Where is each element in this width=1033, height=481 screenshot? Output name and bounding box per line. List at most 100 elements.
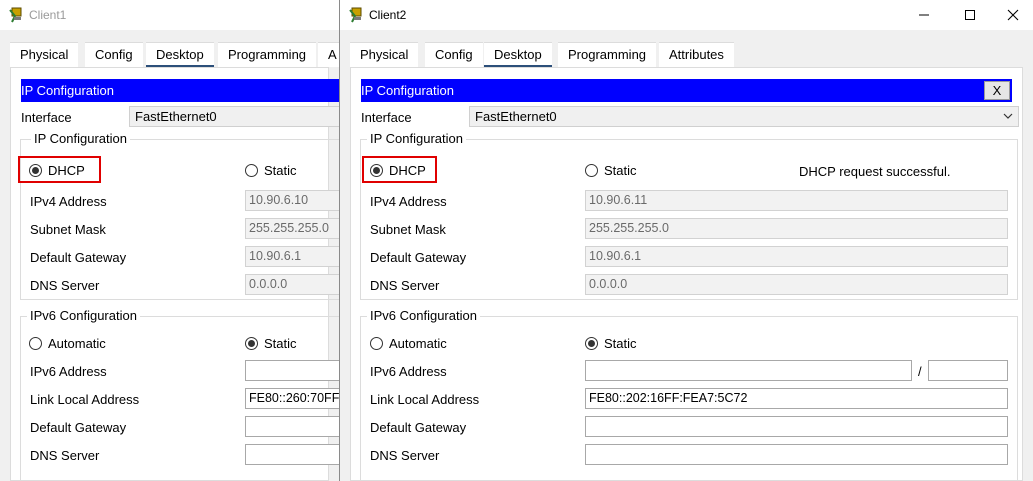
ipv4-address-label: IPv4 Address bbox=[30, 194, 107, 209]
static-ipv6-label: Static bbox=[604, 336, 637, 351]
ip-config-header: IP Configuration X bbox=[361, 79, 1012, 102]
link-local-address-field[interactable]: FE80::202:16FF:FEA7:5C72 bbox=[585, 388, 1008, 409]
title-bar: Client1 bbox=[0, 0, 339, 30]
ipv6-default-gateway-field[interactable] bbox=[245, 416, 339, 437]
tab-physical[interactable]: Physical bbox=[350, 42, 419, 67]
client1-window: Client1 Physical Config Desktop Programm… bbox=[0, 0, 340, 481]
tab-programming[interactable]: Programming bbox=[218, 42, 317, 67]
ipv6-dns-server-label: DNS Server bbox=[30, 448, 100, 463]
ip-config-header: IP Configuration bbox=[21, 79, 339, 102]
automatic-radio[interactable]: Automatic bbox=[370, 336, 447, 351]
client2-window: Client2 Physical Config Desktop Programm… bbox=[340, 0, 1033, 481]
link-local-address-field[interactable]: FE80::260:70FF bbox=[245, 388, 339, 409]
subnet-mask-label: Subnet Mask bbox=[30, 222, 106, 237]
radio-selected-icon bbox=[245, 337, 258, 350]
static-radio[interactable]: Static bbox=[585, 163, 637, 178]
default-gateway-label: Default Gateway bbox=[370, 250, 467, 265]
automatic-label: Automatic bbox=[48, 336, 106, 351]
tab-attributes[interactable]: A bbox=[318, 42, 339, 67]
ip-config-title: IP Configuration bbox=[361, 83, 454, 98]
ipv6-group-label: IPv6 Configuration bbox=[27, 308, 140, 323]
ipv6-dns-server-label: DNS Server bbox=[370, 448, 440, 463]
default-gateway-label: Default Gateway bbox=[30, 250, 127, 265]
dhcp-status-text: DHCP request successful. bbox=[799, 164, 951, 179]
dhcp-label: DHCP bbox=[389, 163, 426, 178]
static-label: Static bbox=[264, 163, 297, 178]
ipv6-default-gateway-label: Default Gateway bbox=[370, 420, 467, 435]
tab-physical[interactable]: Physical bbox=[10, 42, 79, 67]
close-ip-config-button[interactable]: X bbox=[984, 81, 1010, 100]
tab-attributes[interactable]: Attributes bbox=[659, 42, 734, 67]
tab-bar: Physical Config Desktop Programming A bbox=[10, 42, 339, 67]
automatic-label: Automatic bbox=[389, 336, 447, 351]
desktop-panel: IP Configuration Interface FastEthernet0… bbox=[10, 67, 339, 481]
static-radio[interactable]: Static bbox=[245, 163, 297, 178]
tab-config[interactable]: Config bbox=[85, 42, 143, 67]
radio-unselected-icon bbox=[585, 164, 598, 177]
radio-selected-icon bbox=[29, 164, 42, 177]
radio-unselected-icon bbox=[29, 337, 42, 350]
radio-selected-icon bbox=[585, 337, 598, 350]
interface-select[interactable]: FastEthernet0 bbox=[129, 106, 339, 127]
prefix-separator: / bbox=[918, 364, 922, 379]
tab-desktop[interactable]: Desktop bbox=[146, 42, 214, 67]
dns-server-label: DNS Server bbox=[370, 278, 440, 293]
minimize-icon bbox=[919, 14, 929, 16]
close-button[interactable] bbox=[993, 0, 1033, 30]
maximize-icon bbox=[965, 10, 975, 20]
radio-unselected-icon bbox=[370, 337, 383, 350]
ipv4-group-label: IP Configuration bbox=[31, 131, 130, 146]
ipv6-group-label: IPv6 Configuration bbox=[367, 308, 480, 323]
ipv6-address-label: IPv6 Address bbox=[370, 364, 447, 379]
ipv6-default-gateway-field[interactable] bbox=[585, 416, 1008, 437]
ipv4-address-field[interactable]: 10.90.6.10 bbox=[245, 190, 339, 211]
ipv6-address-label: IPv6 Address bbox=[30, 364, 107, 379]
desktop-panel: IP Configuration X Interface FastEtherne… bbox=[350, 67, 1023, 481]
minimize-button[interactable] bbox=[901, 0, 947, 30]
ipv6-address-field[interactable] bbox=[585, 360, 912, 381]
default-gateway-field[interactable]: 10.90.6.1 bbox=[585, 246, 1008, 267]
close-icon bbox=[1007, 9, 1019, 21]
link-local-address-label: Link Local Address bbox=[370, 392, 480, 407]
dns-server-field[interactable]: 0.0.0.0 bbox=[585, 274, 1008, 295]
interface-label: Interface bbox=[21, 110, 72, 125]
dhcp-radio[interactable]: DHCP bbox=[370, 163, 426, 178]
static-ipv6-label: Static bbox=[264, 336, 297, 351]
default-gateway-field[interactable]: 10.90.6.1 bbox=[245, 246, 339, 267]
dhcp-label: DHCP bbox=[48, 163, 85, 178]
ipv6-address-field[interactable] bbox=[245, 360, 339, 381]
radio-unselected-icon bbox=[245, 164, 258, 177]
packet-tracer-pc-icon bbox=[9, 7, 22, 23]
tab-bar: Physical Config Desktop Programming Attr… bbox=[350, 42, 1033, 67]
maximize-button[interactable] bbox=[947, 0, 993, 30]
link-local-address-label: Link Local Address bbox=[30, 392, 140, 407]
ipv6-default-gateway-label: Default Gateway bbox=[30, 420, 127, 435]
window-title: Client1 bbox=[29, 8, 67, 22]
automatic-radio[interactable]: Automatic bbox=[29, 336, 106, 351]
packet-tracer-pc-icon bbox=[349, 7, 362, 23]
interface-select[interactable]: FastEthernet0 bbox=[469, 106, 1019, 127]
tab-programming[interactable]: Programming bbox=[558, 42, 657, 67]
dns-server-label: DNS Server bbox=[30, 278, 100, 293]
ipv4-address-label: IPv4 Address bbox=[370, 194, 447, 209]
ipv4-address-field[interactable]: 10.90.6.11 bbox=[585, 190, 1008, 211]
ipv6-dns-server-field[interactable] bbox=[585, 444, 1008, 465]
interface-label: Interface bbox=[361, 110, 412, 125]
dns-server-field[interactable]: 0.0.0.0 bbox=[245, 274, 339, 295]
subnet-mask-field[interactable]: 255.255.255.0 bbox=[585, 218, 1008, 239]
static-ipv6-radio[interactable]: Static bbox=[245, 336, 297, 351]
ipv6-prefix-field[interactable] bbox=[928, 360, 1008, 381]
subnet-mask-field[interactable]: 255.255.255.0 bbox=[245, 218, 339, 239]
static-label: Static bbox=[604, 163, 637, 178]
static-ipv6-radio[interactable]: Static bbox=[585, 336, 637, 351]
radio-selected-icon bbox=[370, 164, 383, 177]
window-title: Client2 bbox=[369, 8, 407, 22]
ipv4-group-label: IP Configuration bbox=[367, 131, 466, 146]
ip-config-title: IP Configuration bbox=[21, 83, 114, 98]
tab-desktop[interactable]: Desktop bbox=[484, 42, 552, 67]
dhcp-radio[interactable]: DHCP bbox=[29, 163, 85, 178]
title-bar: Client2 bbox=[340, 0, 1033, 30]
ipv6-dns-server-field[interactable] bbox=[245, 444, 339, 465]
chevron-down-icon bbox=[1003, 113, 1013, 119]
tab-config[interactable]: Config bbox=[425, 42, 483, 67]
